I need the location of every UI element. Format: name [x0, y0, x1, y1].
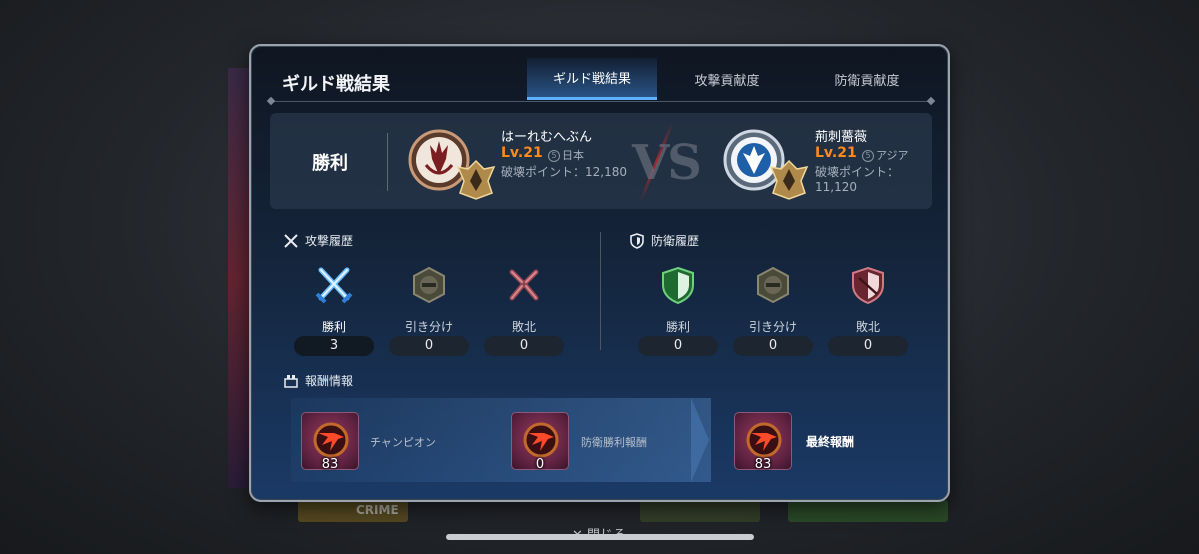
attack-history-heading: 攻撃履歴 [283, 232, 353, 249]
reward-item-defense-win[interactable]: 0 [511, 412, 569, 472]
separator [387, 133, 388, 191]
background-bar [788, 500, 948, 522]
server-badge-icon: 5 [548, 150, 560, 162]
draw-hexagon-icon [413, 266, 445, 304]
match-result-panel: 勝利 はーれむへぶん Lv.21 5日本 破壊ポイント：12,180 VS 荊 [270, 113, 932, 209]
tab-defense-contribution[interactable]: 防衛貢献度 [797, 58, 937, 100]
reward-qty: 83 [321, 457, 339, 472]
guild-war-result-dialog: ギルド戦結果 ギルド戦結果 攻撃貢献度 防衛貢献度 勝利 はーれむへぶん Lv.… [249, 44, 950, 502]
reward-info-heading: 報酬情報 [283, 372, 353, 389]
guild-region-left-text: 日本 [562, 149, 584, 162]
guild-points-left: 破壊ポイント：12,180 [501, 165, 627, 179]
tab-guild-war-result[interactable]: ギルド戦結果 [527, 58, 657, 100]
defense-draw-stat: 引き分け 0 [733, 264, 813, 356]
attack-draw-label: 引き分け [404, 320, 453, 334]
guild-points-right: 破壊ポイント：11,120 [815, 165, 900, 194]
header-divider [271, 101, 928, 102]
guild-level-left: Lv.21 [501, 145, 543, 161]
defense-win-label: 勝利 [665, 320, 690, 334]
attack-loss-label: 敗北 [511, 320, 536, 334]
reward-name: 最終報酬 [806, 435, 855, 449]
guild-name-right: 荊刺薔薇 [815, 130, 868, 145]
green-shield-icon [662, 266, 694, 305]
broken-swords-icon [509, 269, 539, 301]
background-bar [640, 500, 760, 522]
reward-qty: 83 [754, 457, 772, 472]
home-indicator[interactable] [446, 534, 754, 540]
reward-name: 防衛勝利報酬 [581, 436, 647, 449]
crossed-swords-icon [315, 267, 353, 304]
defense-history-heading: 防衛履歴 [629, 232, 699, 249]
section-separator [600, 232, 601, 350]
defense-loss-value: 0 [828, 336, 908, 356]
defense-loss-stat: 敗北 0 [828, 264, 908, 356]
attack-loss-value: 0 [484, 336, 564, 356]
attack-win-value: 3 [294, 336, 374, 356]
background-text: CRIME [356, 503, 399, 517]
defense-draw-label: 引き分け [748, 320, 797, 334]
divider-ornament [266, 96, 276, 106]
guild-name-left: はーれむへぶん [501, 130, 593, 145]
guild-region-right-text: アジア [876, 149, 909, 162]
attack-win-label: 勝利 [321, 320, 346, 334]
attack-draw-value: 0 [389, 336, 469, 356]
broken-shield-icon [852, 266, 884, 305]
reward-item-champion[interactable]: 83 [301, 412, 359, 472]
defense-draw-value: 0 [733, 336, 813, 356]
dialog-title: ギルド戦結果 [282, 74, 390, 95]
defense-win-stat: 勝利 0 [638, 264, 718, 356]
reward-item-final[interactable]: 83 [734, 412, 792, 472]
shield-small-icon [630, 232, 644, 249]
attack-history-title: 攻撃履歴 [305, 234, 354, 248]
attack-draw-stat: 引き分け 0 [389, 264, 469, 356]
tab-attack-contribution[interactable]: 攻撃貢献度 [657, 58, 797, 100]
reward-arrow [691, 398, 709, 482]
reward-qty: 0 [535, 457, 545, 472]
outcome-label: 勝利 [312, 153, 348, 174]
background-character-art [228, 68, 250, 488]
server-badge-icon: 5 [862, 150, 874, 162]
attack-loss-stat: 敗北 0 [484, 264, 564, 356]
gold-rank-icon [769, 159, 809, 200]
tab-bar: ギルド戦結果 攻撃貢献度 防衛貢献度 [527, 58, 937, 100]
guild-region-right: 5 アジア [862, 147, 909, 163]
draw-hexagon-icon [757, 266, 789, 304]
defense-win-value: 0 [638, 336, 718, 356]
crossed-swords-small-icon [284, 233, 298, 248]
defense-history-title: 防衛履歴 [651, 234, 700, 248]
gold-rank-icon [456, 159, 496, 200]
reward-name: チャンピオン [370, 436, 436, 449]
defense-loss-label: 敗北 [855, 320, 880, 334]
reward-chest-small-icon [284, 374, 298, 388]
guild-level-right: Lv.21 [815, 145, 857, 161]
reward-info-title: 報酬情報 [305, 374, 354, 388]
guild-region-left: 5 日本 [548, 147, 584, 163]
attack-win-stat: 勝利 3 [294, 264, 374, 356]
vs-label: VS [632, 135, 702, 191]
